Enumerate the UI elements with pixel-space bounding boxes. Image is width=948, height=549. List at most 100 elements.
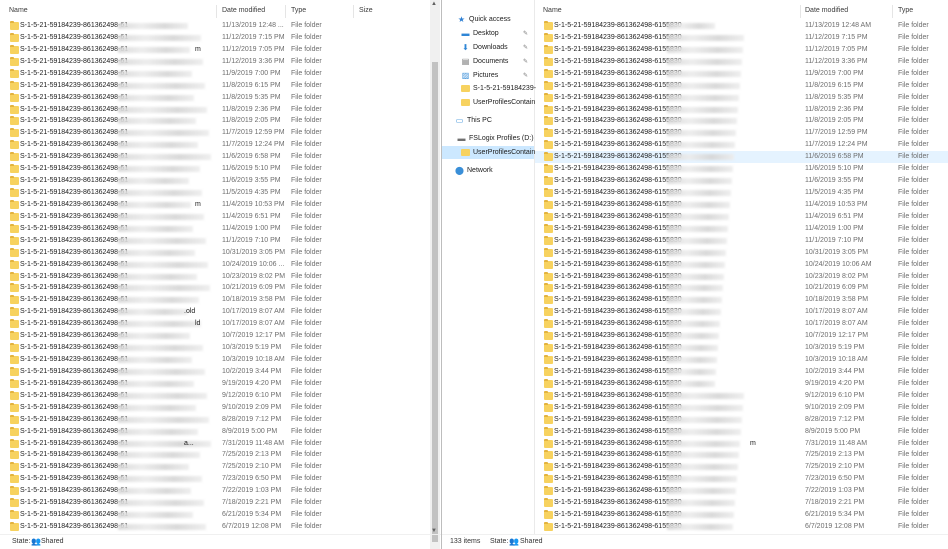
table-row[interactable]: S-1-5-21-59184239-861362498-61 10/23/2019… xyxy=(0,271,430,283)
table-row[interactable]: S-1-5-21-59184239-861362498-61 11/6/2019 … xyxy=(0,151,430,163)
table-row[interactable]: S-1-5-21-59184239-861362498-61 7/18/2019 … xyxy=(0,497,430,509)
pin-icon[interactable]: ✎ xyxy=(523,58,528,65)
table-row[interactable]: S-1-5-21-59184239-861362498-6155830 11/8/… xyxy=(535,104,948,116)
table-row[interactable]: S-1-5-21-59184239-861362498-6155830 7/23/… xyxy=(535,473,948,485)
table-row[interactable]: S-1-5-21-59184239-861362498-6155830 11/9/… xyxy=(535,68,948,80)
table-row[interactable]: S-1-5-21-59184239-861362498-61 10/7/2019 … xyxy=(0,330,430,342)
nav-item-userprofilescontain[interactable]: UserProfilesContain xyxy=(442,96,535,109)
table-row[interactable]: S-1-5-21-59184239-861362498-61 8/9/2019 5… xyxy=(0,426,430,438)
nav-item-downloads[interactable]: ⬇ Downloads ✎ xyxy=(442,41,534,54)
table-row[interactable]: S-1-5-21-59184239-861362498-6155830 8/9/2… xyxy=(535,426,948,438)
table-row[interactable]: S-1-5-21-59184239-861362498-61 11/8/2019 … xyxy=(0,104,430,116)
table-row[interactable]: S-1-5-21-59184239-861362498-6155830 6/7/2… xyxy=(535,521,948,533)
nav-item-documents[interactable]: ▤ Documents ✎ xyxy=(442,55,534,68)
table-row[interactable]: S-1-5-21-59184239-861362498-6155830 11/7/… xyxy=(535,127,948,139)
table-row[interactable]: S-1-5-21-59184239-861362498-61 10/31/2019… xyxy=(0,247,430,259)
table-row[interactable]: S-1-5-21-59184239-861362498-61 m 11/4/2019… xyxy=(0,199,430,211)
table-row[interactable]: S-1-5-21-59184239-861362498-61 11/1/2019 … xyxy=(0,235,430,247)
table-row[interactable]: S-1-5-21-59184239-861362498-6155830 7/18/… xyxy=(535,497,948,509)
table-row[interactable]: S-1-5-21-59184239-861362498-6155830 9/10/… xyxy=(535,402,948,414)
table-row[interactable]: S-1-5-21-59184239-861362498-6155830 11/13… xyxy=(535,20,948,32)
table-row[interactable]: S-1-5-21-59184239-861362498-61 11/4/2019 … xyxy=(0,223,430,235)
table-row[interactable]: S-1-5-21-59184239-861362498-6155830 10/7/… xyxy=(535,330,948,342)
table-row[interactable]: S-1-5-21-59184239-861362498-6155830 10/21… xyxy=(535,282,948,294)
table-row[interactable]: S-1-5-21-59184239-861362498-61 10/2/2019 … xyxy=(0,366,430,378)
table-row[interactable]: S-1-5-21-59184239-861362498-61 10/3/2019 … xyxy=(0,342,430,354)
table-row[interactable]: S-1-5-21-59184239-861362498-61 9/12/2019 … xyxy=(0,390,430,402)
table-row[interactable]: S-1-5-21-59184239-861362498-6155830 10/24… xyxy=(535,259,948,271)
table-row[interactable]: S-1-5-21-59184239-861362498-6155830 11/5/… xyxy=(535,187,948,199)
table-row[interactable]: S-1-5-21-59184239-861362498-6155830 7/25/… xyxy=(535,461,948,473)
pin-icon[interactable]: ✎ xyxy=(523,72,528,79)
right-header-date[interactable]: Date modified xyxy=(805,7,848,14)
table-row[interactable]: S-1-5-21-59184239-861362498-61 11/12/2019… xyxy=(0,32,430,44)
table-row[interactable]: S-1-5-21-59184239-861362498-61 10/21/2019… xyxy=(0,282,430,294)
table-row[interactable]: S-1-5-21-59184239-861362498-61 10/3/2019 … xyxy=(0,354,430,366)
table-row[interactable]: S-1-5-21-59184239-861362498-61 11/8/2019 … xyxy=(0,115,430,127)
table-row[interactable]: S-1-5-21-59184239-861362498-6155830 10/3/… xyxy=(535,354,948,366)
table-row[interactable]: S-1-5-21-59184239-861362498-6155830 10/23… xyxy=(535,271,948,283)
table-row[interactable]: S-1-5-21-59184239-861362498-61 11/8/2019 … xyxy=(0,92,430,104)
table-row[interactable]: S-1-5-21-59184239-861362498-6155830 11/6/… xyxy=(535,151,948,164)
table-row[interactable]: S-1-5-21-59184239-861362498-6155830 7/25/… xyxy=(535,449,948,461)
table-row[interactable]: S-1-5-21-59184239-861362498-6155830 11/4/… xyxy=(535,199,948,211)
left-scrollbar-thumb[interactable] xyxy=(432,62,438,542)
table-row[interactable]: S-1-5-21-59184239-861362498-6155830 11/12… xyxy=(535,44,948,56)
table-row[interactable]: S-1-5-21-59184239-861362498-6155830 11/8/… xyxy=(535,80,948,92)
pin-icon[interactable]: ✎ xyxy=(523,44,528,51)
nav-item-network[interactable]: ⬤ Network xyxy=(442,164,534,177)
table-row[interactable]: S-1-5-21-59184239-861362498-61 7/25/2019 … xyxy=(0,461,430,473)
table-row[interactable]: S-1-5-21-59184239-861362498-6155830 10/17… xyxy=(535,306,948,318)
table-row[interactable]: S-1-5-21-59184239-861362498-6155830 10/17… xyxy=(535,318,948,330)
nav-item-this-pc[interactable]: ▭ This PC xyxy=(442,114,534,127)
scroll-up-arrow-icon[interactable]: ▲ xyxy=(431,1,437,7)
left-header-size[interactable]: Size xyxy=(359,7,373,14)
table-row[interactable]: S-1-5-21-59184239-861362498-6155830 m 7/31… xyxy=(535,438,948,450)
table-row[interactable]: S-1-5-21-59184239-861362498-61 11/4/2019 … xyxy=(0,211,430,223)
table-row[interactable]: S-1-5-21-59184239-861362498-61 6/7/2019 1… xyxy=(0,521,430,533)
right-header-name[interactable]: Name xyxy=(543,7,562,14)
table-row[interactable]: S-1-5-21-59184239-861362498-61 9/10/2019 … xyxy=(0,402,430,414)
table-row[interactable]: S-1-5-21-59184239-861362498-61 a... 7/31/2… xyxy=(0,438,430,450)
table-row[interactable]: S-1-5-21-59184239-861362498-6155830 11/4/… xyxy=(535,211,948,223)
table-row[interactable]: S-1-5-21-59184239-861362498-61 .old 10/17/… xyxy=(0,306,430,318)
table-row[interactable]: S-1-5-21-59184239-861362498-6155830 9/19/… xyxy=(535,378,948,390)
table-row[interactable]: S-1-5-21-59184239-861362498-6155830 11/6/… xyxy=(535,175,948,187)
table-row[interactable]: S-1-5-21-59184239-861362498-6155830 11/6/… xyxy=(535,163,948,175)
nav-item-pictures[interactable]: ▨ Pictures ✎ xyxy=(442,69,534,82)
table-row[interactable]: S-1-5-21-59184239-861362498-61 11/13/2019… xyxy=(0,20,430,32)
table-row[interactable]: S-1-5-21-59184239-861362498-61 11/12/2019… xyxy=(0,56,430,68)
table-row[interactable]: S-1-5-21-59184239-861362498-61 7/23/2019 … xyxy=(0,473,430,485)
table-row[interactable]: S-1-5-21-59184239-861362498-6155830 7/22/… xyxy=(535,485,948,497)
table-row[interactable]: S-1-5-21-59184239-861362498-6155830 11/4/… xyxy=(535,223,948,235)
left-header-date[interactable]: Date modified xyxy=(222,7,265,14)
table-row[interactable]: S-1-5-21-59184239-861362498-61 9/19/2019 … xyxy=(0,378,430,390)
table-row[interactable]: S-1-5-21-59184239-861362498-61 10/18/2019… xyxy=(0,294,430,306)
table-row[interactable]: S-1-5-21-59184239-861362498-6155830 11/12… xyxy=(535,56,948,68)
table-row[interactable]: S-1-5-21-59184239-861362498-61 8/28/2019 … xyxy=(0,414,430,426)
left-scrollbar[interactable]: ▲ ▼ xyxy=(430,0,440,549)
table-row[interactable]: S-1-5-21-59184239-861362498-61 11/9/2019 … xyxy=(0,68,430,80)
nav-item-desktop[interactable]: ▬ Desktop ✎ xyxy=(442,27,534,40)
left-header-name[interactable]: Name xyxy=(9,7,28,14)
table-row[interactable]: S-1-5-21-59184239-861362498-6155830 10/31… xyxy=(535,247,948,259)
table-row[interactable]: S-1-5-21-59184239-861362498-61 ld 10/17/20… xyxy=(0,318,430,330)
table-row[interactable]: S-1-5-21-59184239-861362498-6155830 11/7/… xyxy=(535,139,948,151)
table-row[interactable]: S-1-5-21-59184239-861362498-61 7/22/2019 … xyxy=(0,485,430,497)
table-row[interactable]: S-1-5-21-59184239-861362498-61 7/25/2019 … xyxy=(0,449,430,461)
table-row[interactable]: S-1-5-21-59184239-861362498-61 11/5/2019 … xyxy=(0,187,430,199)
left-header-type[interactable]: Type xyxy=(291,7,306,14)
nav-item-fslogix-profiles-d[interactable]: ▬ FSLogix Profiles (D:) xyxy=(442,132,534,145)
pin-icon[interactable]: ✎ xyxy=(523,30,528,37)
table-row[interactable]: S-1-5-21-59184239-861362498-61 11/8/2019 … xyxy=(0,80,430,92)
table-row[interactable]: S-1-5-21-59184239-861362498-6155830 6/21/… xyxy=(535,509,948,521)
nav-item-s-1-5-21-59184239[interactable]: S-1-5-21-59184239- xyxy=(442,82,536,95)
table-row[interactable]: S-1-5-21-59184239-861362498-61 11/6/2019 … xyxy=(0,175,430,187)
table-row[interactable]: S-1-5-21-59184239-861362498-6155830 11/12… xyxy=(535,32,948,44)
table-row[interactable]: S-1-5-21-59184239-861362498-6155830 10/2/… xyxy=(535,366,948,378)
table-row[interactable]: S-1-5-21-59184239-861362498-61 11/6/2019 … xyxy=(0,163,430,175)
table-row[interactable]: S-1-5-21-59184239-861362498-61 m 11/12/201… xyxy=(0,44,430,56)
table-row[interactable]: S-1-5-21-59184239-861362498-6155830 11/8/… xyxy=(535,92,948,104)
table-row[interactable]: S-1-5-21-59184239-861362498-61 10/24/2019… xyxy=(0,259,430,271)
table-row[interactable]: S-1-5-21-59184239-861362498-61 11/7/2019 … xyxy=(0,139,430,151)
